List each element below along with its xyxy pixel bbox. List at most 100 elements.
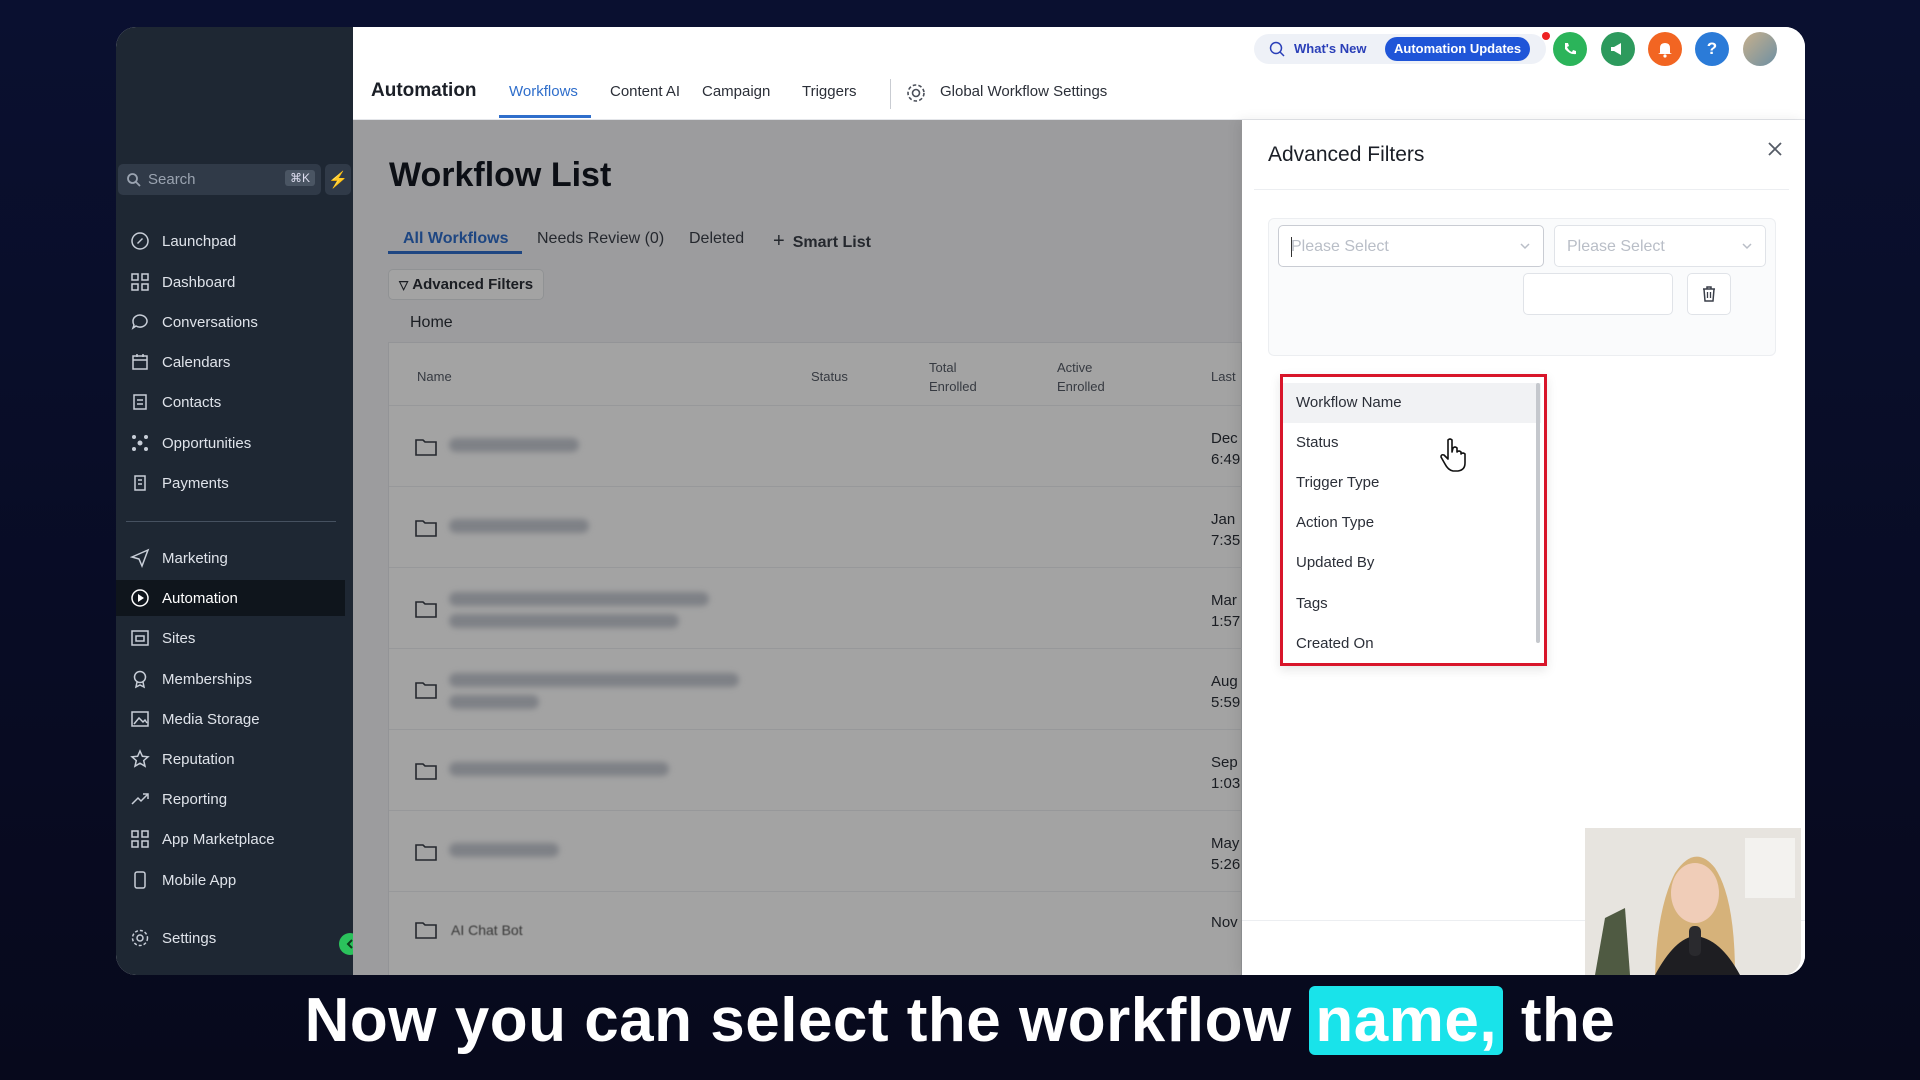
panel-divider	[1254, 189, 1789, 190]
gear-icon	[131, 929, 149, 947]
close-icon[interactable]	[1763, 137, 1787, 161]
sidebar-item-label: Payments	[162, 474, 229, 492]
option-status[interactable]: Status	[1296, 434, 1339, 451]
image-icon	[131, 711, 149, 727]
filter-field-select[interactable]: Please Select	[1278, 225, 1544, 267]
filter-value-input[interactable]	[1523, 273, 1673, 315]
sidebar-item-marketing[interactable]: Marketing	[124, 540, 353, 576]
sidebar-item-conversations[interactable]: Conversations	[124, 304, 353, 340]
tab-global-workflow-settings[interactable]: Global Workflow Settings	[940, 83, 1107, 100]
chevron-down-icon	[1742, 243, 1752, 250]
receipt-icon	[134, 475, 146, 491]
search-shortcut: ⌘K	[284, 170, 315, 186]
filter-operator-select[interactable]: Please Select	[1554, 225, 1766, 267]
globe-window-icon	[131, 630, 149, 646]
option-created-on[interactable]: Created On	[1296, 635, 1374, 652]
sidebar-item-dashboard[interactable]: Dashboard	[124, 264, 353, 300]
sidebar-item-memberships[interactable]: Memberships	[124, 661, 353, 697]
sidebar-item-label: Conversations	[162, 313, 258, 331]
sidebar-item-opportunities[interactable]: Opportunities	[124, 425, 353, 461]
option-workflow-name[interactable]: Workflow Name	[1283, 383, 1541, 423]
whats-new-label: What's New	[1294, 41, 1367, 56]
settings-gear-icon	[907, 84, 925, 102]
sidebar-item-label: Reputation	[162, 750, 235, 768]
delete-filter-button[interactable]	[1687, 273, 1731, 315]
sidebar-item-label: Contacts	[162, 393, 222, 411]
sidebar-item-reputation[interactable]: Reputation	[124, 741, 353, 777]
sidebar-item-payments[interactable]: Payments	[124, 465, 353, 501]
sidebar-item-label: Calendars	[162, 353, 231, 371]
sidebar-item-settings[interactable]: Settings	[124, 920, 353, 956]
option-trigger-type[interactable]: Trigger Type	[1296, 474, 1379, 491]
sidebar-item-reporting[interactable]: Reporting	[124, 781, 353, 817]
sidebar-item-label: Settings	[162, 929, 217, 947]
panel-title: Advanced Filters	[1268, 143, 1425, 166]
trash-icon	[1703, 286, 1715, 302]
whats-new-bar[interactable]: What's New Automation Updates	[1254, 32, 1550, 64]
phone-icon	[1565, 43, 1576, 55]
sidebar-item-label: Opportunities	[162, 434, 252, 452]
option-action-type[interactable]: Action Type	[1296, 514, 1374, 531]
help-button[interactable]: ?	[1695, 32, 1729, 66]
trend-up-icon	[131, 793, 149, 805]
sidebar-item-contacts[interactable]: Contacts	[124, 384, 353, 420]
tab-separator	[890, 79, 891, 109]
active-tab-indicator	[499, 115, 591, 118]
sidebar-item-label: Reporting	[162, 790, 228, 808]
sidebar-divider	[126, 521, 336, 522]
tab-campaign[interactable]: Campaign	[702, 83, 770, 100]
announcements-button[interactable]	[1601, 32, 1635, 66]
app-title: Automation	[371, 80, 477, 101]
phone-call-button[interactable]	[1553, 32, 1587, 66]
option-updated-by[interactable]: Updated By	[1296, 554, 1374, 571]
sidebar-item-label: Launchpad	[162, 232, 237, 250]
automation-updates-badge[interactable]: Automation Updates	[1385, 37, 1531, 61]
notification-dot	[1542, 32, 1550, 40]
top-bar: Automation Workflows Content AI Campaign…	[353, 27, 1805, 120]
search-input[interactable]: Search ⌘K	[118, 164, 321, 195]
star-icon	[130, 749, 150, 768]
award-icon	[133, 670, 147, 689]
sidebar: Search ⌘K ⚡ Launchpad Dashboard Conversa…	[116, 27, 361, 975]
bell-icon	[1658, 43, 1672, 58]
automation-icon	[131, 589, 149, 607]
sidebar-item-automation[interactable]: Automation	[116, 580, 345, 616]
sidebar-item-launchpad[interactable]: Launchpad	[124, 223, 353, 259]
caption-after: the	[1503, 986, 1616, 1055]
app-window: Search ⌘K ⚡ Launchpad Dashboard Conversa…	[116, 27, 1805, 975]
caption-before: Now you can select the workflow	[304, 986, 1310, 1055]
sidebar-item-sites[interactable]: Sites	[124, 620, 353, 656]
text-caret	[1291, 237, 1292, 257]
sidebar-item-label: App Marketplace	[162, 830, 275, 848]
tab-content-ai[interactable]: Content AI	[610, 83, 680, 100]
caption-highlight: name,	[1309, 986, 1504, 1055]
avatar[interactable]	[1743, 32, 1777, 66]
operator-placeholder: Please Select	[1567, 238, 1665, 255]
sidebar-item-calendars[interactable]: Calendars	[124, 344, 353, 380]
hand-pointer-cursor-icon	[1440, 438, 1466, 472]
field-placeholder: Please Select	[1291, 238, 1389, 255]
tab-workflows[interactable]: Workflows	[509, 83, 578, 100]
tab-triggers[interactable]: Triggers	[802, 83, 856, 100]
sidebar-item-media-storage[interactable]: Media Storage	[124, 701, 353, 737]
option-tags[interactable]: Tags	[1296, 595, 1328, 612]
send-icon	[130, 548, 150, 568]
rocket-icon	[131, 232, 149, 250]
presenter-silhouette-icon	[1585, 828, 1801, 975]
quick-action-bolt-icon[interactable]: ⚡	[325, 164, 351, 195]
sparkle-search-icon	[1269, 41, 1285, 57]
search-icon	[127, 172, 141, 187]
search-placeholder: Search	[148, 171, 196, 188]
dropdown-scrollbar[interactable]	[1536, 383, 1540, 643]
sidebar-item-app-marketplace[interactable]: App Marketplace	[124, 821, 353, 857]
sidebar-item-label: Sites	[162, 629, 196, 647]
sidebar-item-label: Automation	[162, 589, 238, 607]
megaphone-icon	[1611, 43, 1621, 55]
notifications-button[interactable]	[1648, 32, 1682, 66]
sidebar-item-label: Dashboard	[162, 273, 236, 291]
sidebar-item-label: Mobile App	[162, 871, 237, 889]
sidebar-item-mobile-app[interactable]: Mobile App	[124, 862, 353, 898]
chat-bubble-icon	[131, 314, 148, 330]
modal-backdrop[interactable]	[353, 120, 1242, 975]
grid-icon	[131, 273, 149, 291]
